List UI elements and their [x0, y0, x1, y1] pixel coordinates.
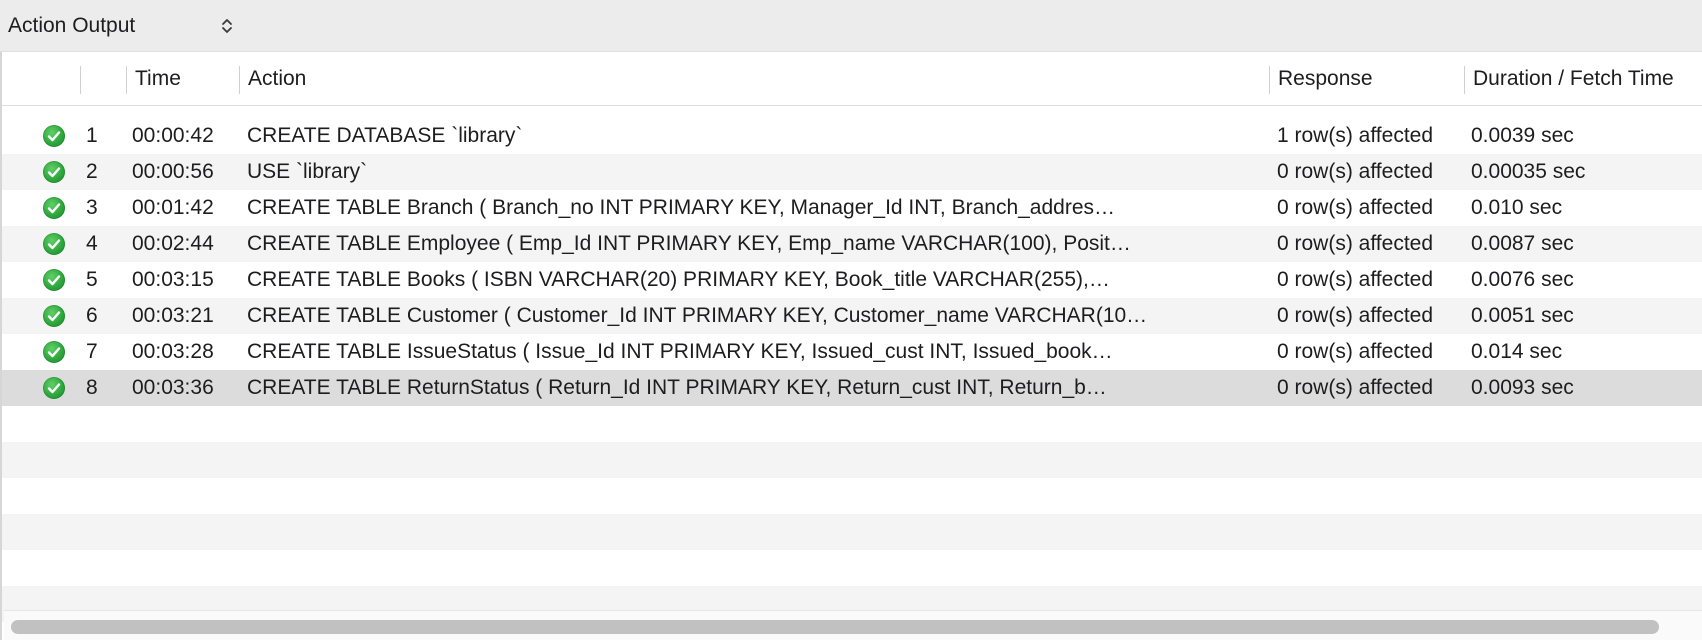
- row-time: 00:00:42: [132, 124, 214, 147]
- table-row[interactable]: 6 00:03:21 CREATE TABLE Customer ( Custome…: [2, 298, 1702, 334]
- row-number: 5: [86, 268, 98, 291]
- empty-row: [2, 478, 1702, 514]
- row-time: 00:02:44: [132, 232, 214, 255]
- row-duration: 0.00035 sec: [1471, 160, 1586, 183]
- row-time: 00:00:56: [132, 160, 214, 183]
- success-check-icon: [43, 125, 65, 147]
- horizontal-scrollbar[interactable]: [4, 610, 1702, 640]
- empty-row: [2, 514, 1702, 550]
- table-row[interactable]: 5 00:03:15 CREATE TABLE Books ( ISBN VARCH…: [2, 262, 1702, 298]
- row-action: CREATE DATABASE `library`: [247, 124, 523, 147]
- row-number: 6: [86, 304, 98, 327]
- row-action: CREATE TABLE ReturnStatus ( Return_Id IN…: [247, 376, 1107, 399]
- success-check-icon: [43, 341, 65, 363]
- output-type-selector[interactable]: Action Output: [8, 12, 234, 40]
- row-response: 0 row(s) affected: [1277, 232, 1434, 255]
- table-header: Time Action Response Duration / Fetch Ti…: [2, 52, 1702, 106]
- row-duration: 0.0076 sec: [1471, 268, 1574, 291]
- row-number: 3: [86, 196, 98, 219]
- row-response: 0 row(s) affected: [1277, 160, 1434, 183]
- row-duration: 0.0051 sec: [1471, 304, 1574, 327]
- success-check-icon: [43, 269, 65, 291]
- success-check-icon: [43, 161, 65, 183]
- success-check-icon: [43, 233, 65, 255]
- row-response: 0 row(s) affected: [1277, 196, 1434, 219]
- row-number: 8: [86, 376, 98, 399]
- row-number: 4: [86, 232, 98, 255]
- row-duration: 0.0087 sec: [1471, 232, 1574, 255]
- row-response: 0 row(s) affected: [1277, 376, 1434, 399]
- output-type-label: Action Output: [8, 14, 136, 37]
- chevron-up-down-icon: [220, 15, 234, 37]
- column-header-response[interactable]: Response: [1269, 52, 1464, 106]
- row-action: CREATE TABLE IssueStatus ( Issue_Id INT …: [247, 340, 1113, 363]
- row-duration: 0.014 sec: [1471, 340, 1563, 363]
- row-number: 7: [86, 340, 98, 363]
- row-number: 2: [86, 160, 98, 183]
- row-action: CREATE TABLE Customer ( Customer_Id INT …: [247, 304, 1148, 327]
- empty-row: [2, 406, 1702, 442]
- table-body: 1 00:00:42 CREATE DATABASE `library` 1 row(…: [2, 118, 1702, 622]
- empty-row: [2, 442, 1702, 478]
- row-response: 0 row(s) affected: [1277, 340, 1434, 363]
- row-action: CREATE TABLE Employee ( Emp_Id INT PRIMA…: [247, 232, 1131, 255]
- column-header-response-label: Response: [1278, 67, 1373, 90]
- row-number: 1: [86, 124, 98, 147]
- column-header-time-label: Time: [135, 67, 181, 90]
- table-row[interactable]: 3 00:01:42 CREATE TABLE Branch ( Branch_no…: [2, 190, 1702, 226]
- success-check-icon: [43, 377, 65, 399]
- table-row[interactable]: 7 00:03:28 CREATE TABLE IssueStatus ( Issu…: [2, 334, 1702, 370]
- row-response: 1 row(s) affected: [1277, 124, 1434, 147]
- row-time: 00:03:36: [132, 376, 214, 399]
- column-header-status[interactable]: [2, 52, 80, 106]
- row-response: 0 row(s) affected: [1277, 268, 1434, 291]
- table-row[interactable]: 8 00:03:36 CREATE TABLE ReturnStatus ( Ret…: [2, 370, 1702, 406]
- column-header-time[interactable]: Time: [126, 52, 239, 106]
- row-duration: 0.0093 sec: [1471, 376, 1574, 399]
- row-action: CREATE TABLE Branch ( Branch_no INT PRIM…: [247, 196, 1116, 219]
- row-time: 00:03:21: [132, 304, 214, 327]
- row-time: 00:01:42: [132, 196, 214, 219]
- row-response: 0 row(s) affected: [1277, 304, 1434, 327]
- column-header-duration-label: Duration / Fetch Time: [1473, 67, 1674, 90]
- row-time: 00:03:15: [132, 268, 214, 291]
- column-header-action[interactable]: Action: [239, 52, 1269, 106]
- scrollbar-thumb[interactable]: [11, 620, 1659, 634]
- row-time: 00:03:28: [132, 340, 214, 363]
- table-row[interactable]: 2 00:00:56 USE `library` 0 row(s) affected 0…: [2, 154, 1702, 190]
- success-check-icon: [43, 197, 65, 219]
- column-header-action-label: Action: [248, 67, 307, 90]
- row-action: USE `library`: [247, 160, 368, 183]
- table-row[interactable]: 1 00:00:42 CREATE DATABASE `library` 1 row(…: [2, 118, 1702, 154]
- column-header-duration[interactable]: Duration / Fetch Time: [1464, 52, 1702, 106]
- row-duration: 0.0039 sec: [1471, 124, 1574, 147]
- row-action: CREATE TABLE Books ( ISBN VARCHAR(20) PR…: [247, 268, 1110, 291]
- output-toolbar: Action Output: [0, 0, 1702, 52]
- empty-row: [2, 550, 1702, 586]
- table-row[interactable]: 4 00:02:44 CREATE TABLE Employee ( Emp_Id …: [2, 226, 1702, 262]
- success-check-icon: [43, 305, 65, 327]
- action-output-panel: Time Action Response Duration / Fetch Ti…: [0, 52, 1702, 640]
- row-duration: 0.010 sec: [1471, 196, 1563, 219]
- column-header-number[interactable]: [80, 52, 126, 106]
